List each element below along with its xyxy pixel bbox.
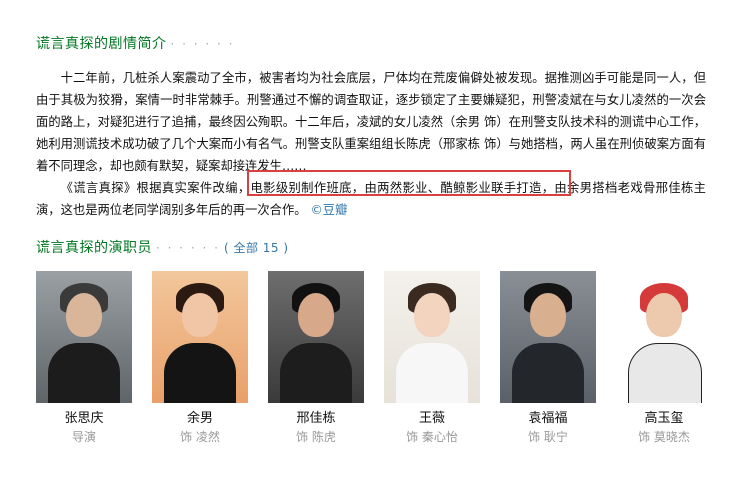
cast-role: 饰 陈虎 [296,430,336,444]
cast-name[interactable]: 张思庆 [36,410,132,428]
cast-photo[interactable] [384,271,480,403]
synopsis-highlighted-text: 电影级别制作班底，由两然影业、酷鲸影业联手打造， [250,181,555,195]
cast-name[interactable]: 王薇 [384,410,480,428]
synopsis-paragraph-1: 十二年前，几桩杀人案震动了全市，被害者均为社会底层，尸体均在荒废偏僻处被发现。据… [36,71,706,173]
synopsis-title: 谎言真探的剧情简介 [36,36,167,52]
cast-list: 张思庆 导演 余男 饰 凌然 邢佳栋 饰 陈虎 王薇 饰 秦心怡 袁福福 饰 耿… [36,271,716,471]
synopsis-body: 十二年前，几桩杀人案震动了全市，被害者均为社会底层，尸体均在荒废偏僻处被发现。据… [36,67,706,221]
cast-member[interactable]: 王薇 饰 秦心怡 [384,271,480,446]
cast-name[interactable]: 邢佳栋 [268,410,364,428]
cast-member[interactable]: 邢佳栋 饰 陈虎 [268,271,364,446]
cast-photo[interactable] [36,271,132,403]
synopsis-text-before: 《谎言真探》根据真实案件改编， [60,181,251,195]
cast-role: 饰 凌然 [180,430,220,444]
cast-member[interactable]: 袁福福 饰 耿宁 [500,271,596,446]
douban-source-link[interactable]: ©豆瓣 [310,203,347,217]
cast-heading: 谎言真探的演职员 · · · · · · ( 全部 15 ) [36,237,289,257]
cast-title: 谎言真探的演职员 [36,240,152,256]
cast-photo[interactable] [616,271,712,403]
synopsis-title-dots: · · · · · · [170,37,235,51]
cast-title-dots: · · · · · · [156,241,220,255]
cast-photo[interactable] [268,271,364,403]
cast-member[interactable]: 高玉玺 饰 莫晓杰 [616,271,712,446]
cast-member[interactable]: 余男 饰 凌然 [152,271,248,446]
cast-member[interactable]: 张思庆 导演 [36,271,132,446]
cast-role: 饰 耿宁 [528,430,568,444]
cast-role: 饰 莫晓杰 [638,430,690,444]
cast-photo[interactable] [500,271,596,403]
cast-all-link[interactable]: ( 全部 15 ) [224,241,289,255]
cast-role: 饰 秦心怡 [406,430,458,444]
cast-name[interactable]: 高玉玺 [616,410,712,428]
synopsis-heading: 谎言真探的剧情简介 · · · · · · [36,33,234,53]
cast-name[interactable]: 余男 [152,410,248,428]
cast-name[interactable]: 袁福福 [500,410,596,428]
cast-role: 导演 [71,430,96,444]
synopsis-paragraph-2: 《谎言真探》根据真实案件改编，电影级别制作班底，由两然影业、酷鲸影业联手打造，由… [36,177,706,221]
cast-photo[interactable] [152,271,248,403]
